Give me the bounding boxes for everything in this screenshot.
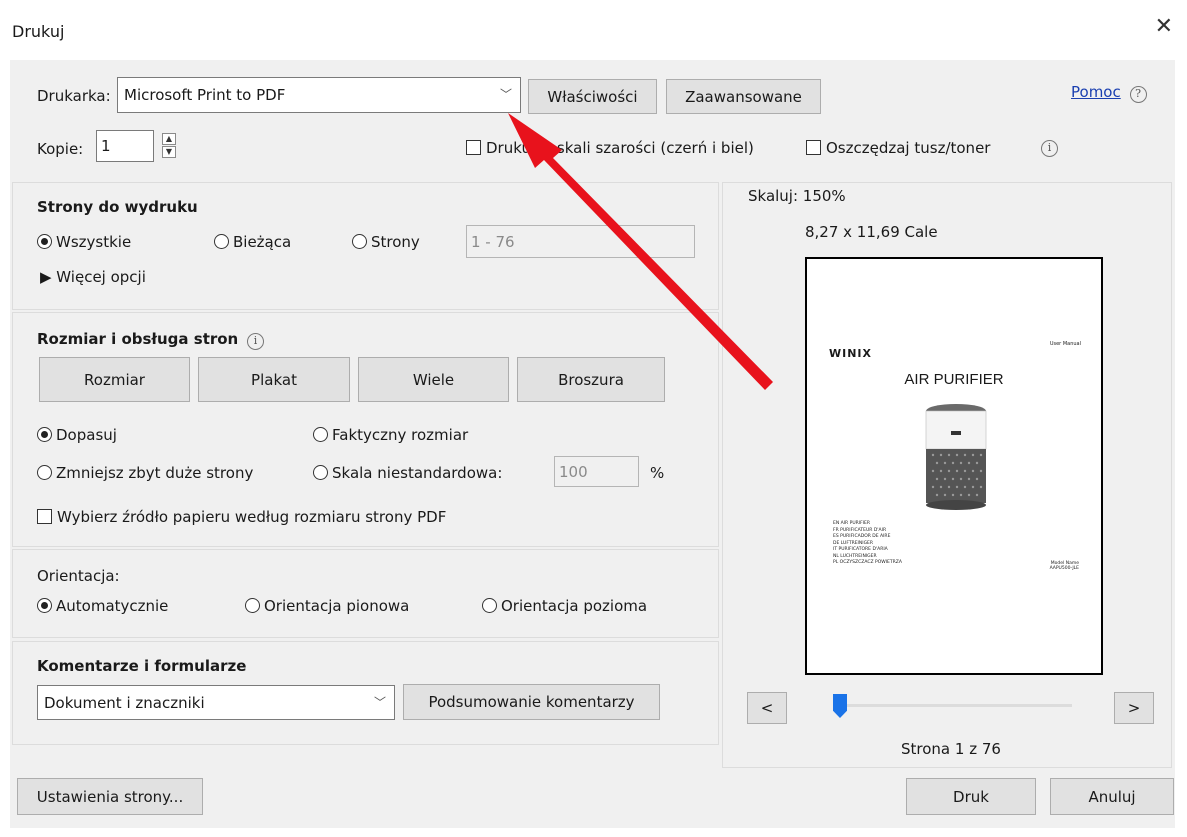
red-arrow-annotation [508,113,773,390]
